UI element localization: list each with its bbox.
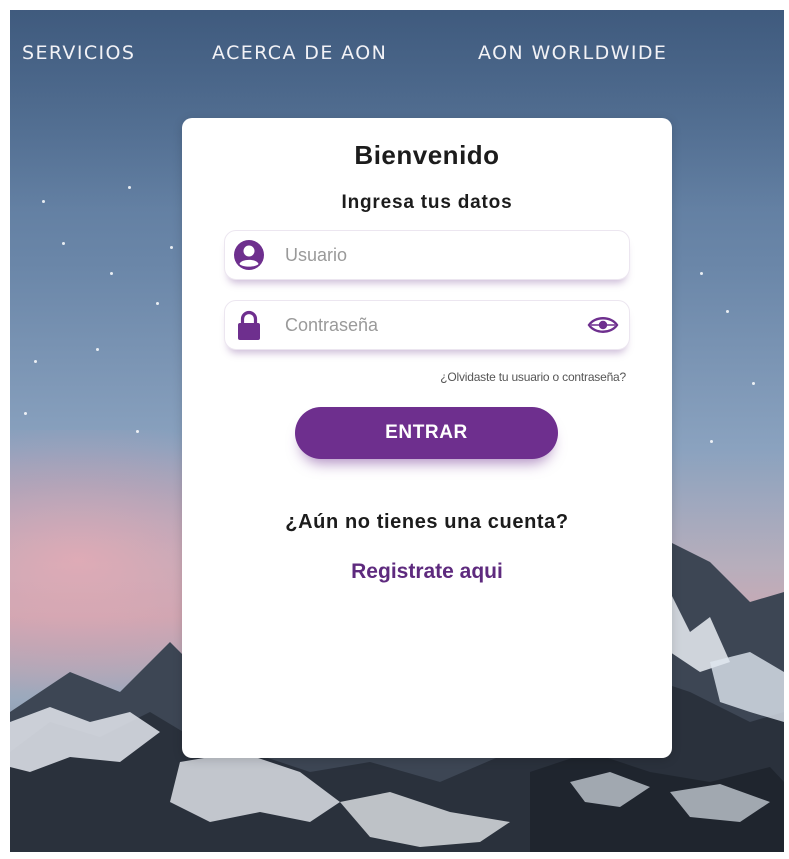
star [700, 272, 703, 275]
login-subtitle: Ingresa tus datos [341, 192, 513, 213]
username-input[interactable] [285, 239, 575, 271]
password-field [224, 300, 630, 350]
lock-icon [238, 310, 260, 340]
nav-item-servicios[interactable]: SERVICIOS [22, 42, 135, 64]
star [726, 310, 729, 313]
login-button[interactable]: ENTRAR [295, 407, 558, 459]
star [24, 412, 27, 415]
login-title: Bienvenido [354, 140, 500, 170]
star [710, 440, 713, 443]
page-background: SERVICIOS ACERCA DE AON AON WORLDWIDE Bi… [10, 10, 784, 852]
star [110, 272, 113, 275]
password-input[interactable] [285, 309, 575, 341]
star [62, 242, 65, 245]
star [752, 382, 755, 385]
eye-icon[interactable] [587, 314, 619, 336]
nav-item-acerca-de-aon[interactable]: ACERCA DE AON [212, 42, 387, 64]
star [42, 200, 45, 203]
username-field [224, 230, 630, 280]
no-account-text: ¿Aún no tienes una cuenta? [285, 511, 569, 533]
star [156, 302, 159, 305]
star [136, 430, 139, 433]
user-icon [234, 240, 264, 270]
register-link[interactable]: Registrate aqui [182, 560, 672, 584]
top-navigation: SERVICIOS ACERCA DE AON AON WORLDWIDE [10, 10, 784, 90]
star [128, 186, 131, 189]
star [34, 360, 37, 363]
nav-item-aon-worldwide[interactable]: AON WORLDWIDE [478, 42, 667, 64]
star [170, 246, 173, 249]
star [96, 348, 99, 351]
forgot-credentials-link[interactable]: ¿Olvidaste tu usuario o contraseña? [440, 370, 626, 384]
login-card: Bienvenido Ingresa tus datos ¿Olvidaste … [182, 118, 672, 758]
